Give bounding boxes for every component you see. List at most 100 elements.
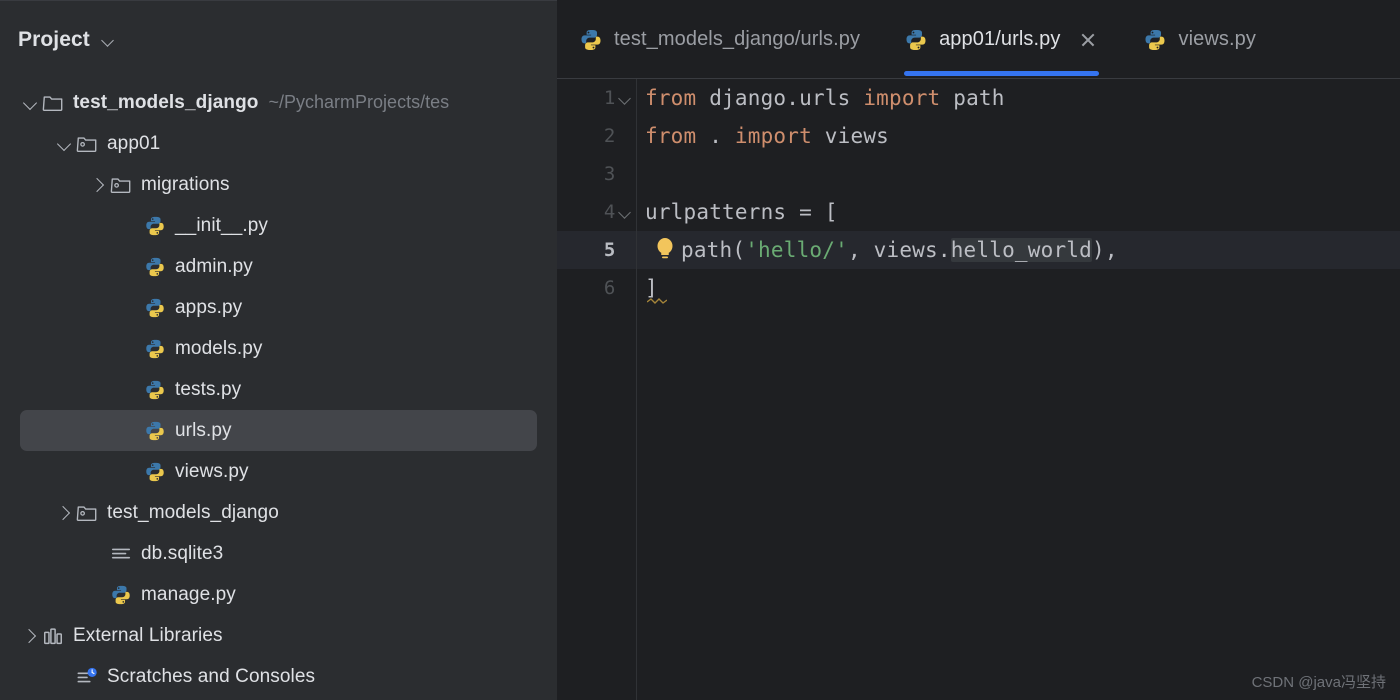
line-number: 4	[603, 201, 615, 223]
tree-item-external-libraries[interactable]: External Libraries	[0, 615, 557, 656]
tree-item-migrations[interactable]: migrations	[0, 164, 557, 205]
relative-dot-2: .	[696, 124, 735, 148]
chevron-down-icon[interactable]	[20, 92, 42, 114]
tree-item-urls-py[interactable]: urls.py	[20, 410, 537, 451]
close-icon[interactable]	[1077, 29, 1099, 51]
tree-item-models-py[interactable]: models.py	[0, 328, 557, 369]
python-file-icon	[144, 338, 166, 360]
tree-item-test-models-django[interactable]: test_models_django ~/PycharmProjects/tes	[0, 82, 557, 123]
project-sidebar: Project test_models_django ~/PycharmProje…	[0, 0, 557, 700]
path-call-end: ),	[1092, 238, 1118, 262]
chevron-down-icon[interactable]	[102, 33, 116, 47]
tree-item-manage-py[interactable]: manage.py	[0, 574, 557, 615]
code-content[interactable]: from django.urls import path from . impo…	[637, 79, 1400, 700]
line-number: 2	[603, 125, 615, 147]
views-reference: , views.	[847, 238, 951, 262]
chevron-down-icon[interactable]	[54, 133, 76, 155]
url-string-literal: 'hello/'	[745, 238, 848, 262]
source-folder-icon	[76, 502, 98, 524]
python-file-icon	[144, 297, 166, 319]
project-panel-title: Project	[18, 28, 90, 51]
code-fold-chevron-icon[interactable]	[615, 193, 637, 231]
tree-item-scratches-and-consoles[interactable]: Scratches and Consoles	[0, 656, 557, 697]
tree-item--init-py[interactable]: __init__.py	[0, 205, 557, 246]
python-file-icon	[1143, 28, 1167, 52]
tree-item-label: manage.py	[141, 583, 236, 605]
editor-tab-test-models-django-urls-py[interactable]: test_models_django/urls.py	[557, 0, 882, 79]
sidebar-top-divider	[0, 0, 557, 1]
tree-item-admin-py[interactable]: admin.py	[0, 246, 557, 287]
lightbulb-icon[interactable]	[651, 231, 679, 269]
tree-item-label: migrations	[141, 173, 230, 195]
editor-tab-views-py[interactable]: views.py	[1121, 0, 1278, 79]
gutter-line-6[interactable]: 6	[557, 269, 637, 307]
python-file-icon	[579, 28, 603, 52]
closing-bracket: ]	[645, 276, 658, 300]
gutter-line-2[interactable]: 2	[557, 117, 637, 155]
gutter-line-3[interactable]: 3	[557, 155, 637, 193]
scratches-icon	[76, 666, 98, 688]
tree-item-label: views.py	[175, 460, 249, 482]
gutter-line-5[interactable]: 5	[557, 231, 637, 269]
error-squiggle-icon	[647, 298, 667, 304]
line-number: 6	[603, 277, 615, 299]
tree-item-views-py[interactable]: views.py	[0, 451, 557, 492]
editor-gutter[interactable]: 1 2 3 4 5 6	[557, 79, 637, 700]
python-file-icon	[144, 461, 166, 483]
path-call: path(	[681, 238, 746, 262]
editor-tab-label: views.py	[1178, 28, 1256, 50]
tree-item-label: app01	[107, 132, 161, 154]
tree-item-label: Scratches and Consoles	[107, 665, 316, 687]
line-number: 1	[603, 87, 615, 109]
chevron-right-icon[interactable]	[54, 502, 76, 524]
tree-item-test-models-django[interactable]: test_models_django	[0, 492, 557, 533]
python-file-icon	[144, 215, 166, 237]
module-name-1: django.urls	[696, 86, 864, 110]
python-file-icon	[144, 379, 166, 401]
hello-world-identifier: hello_world	[950, 238, 1092, 262]
code-line-6: ]	[637, 269, 1400, 307]
line-number: 5	[603, 239, 615, 261]
tree-item-apps-py[interactable]: apps.py	[0, 287, 557, 328]
chevron-right-icon[interactable]	[20, 625, 42, 647]
python-file-icon	[110, 584, 132, 606]
source-folder-icon	[76, 133, 98, 155]
watermark-text: CSDN @java冯坚持	[1251, 674, 1386, 691]
pycharm-window: Project test_models_django ~/PycharmProje…	[0, 0, 1400, 700]
folder-icon	[42, 92, 64, 114]
source-folder-icon	[110, 174, 132, 196]
line-number: 3	[603, 163, 615, 185]
database-file-icon	[110, 543, 132, 565]
code-fold-chevron-icon[interactable]	[615, 79, 637, 117]
tree-item-label: tests.py	[175, 378, 242, 400]
gutter-line-4[interactable]: 4	[557, 193, 637, 231]
gutter-line-1[interactable]: 1	[557, 79, 637, 117]
project-panel-header[interactable]: Project	[0, 0, 557, 80]
tree-item-path: ~/PycharmProjects/tes	[268, 92, 450, 112]
chevron-right-icon[interactable]	[88, 174, 110, 196]
active-tab-indicator	[904, 71, 1100, 76]
tree-item-app01[interactable]: app01	[0, 123, 557, 164]
editor-tab-app01-urls-py[interactable]: app01/urls.py	[882, 0, 1121, 79]
tree-item-label: models.py	[175, 337, 263, 359]
keyword-import-1: import	[863, 86, 941, 110]
tree-item-label: __init__.py	[175, 214, 269, 236]
tree-item-tests-py[interactable]: tests.py	[0, 369, 557, 410]
tree-item-db-sqlite3[interactable]: db.sqlite3	[0, 533, 557, 574]
editor-tabbar: test_models_django/urls.py app01/urls.py…	[557, 0, 1400, 79]
tree-item-label: External Libraries	[73, 624, 223, 646]
editor-tab-label: app01/urls.py	[939, 28, 1061, 50]
code-editor[interactable]: 1 2 3 4 5 6 from django.urls import path from…	[557, 79, 1400, 700]
